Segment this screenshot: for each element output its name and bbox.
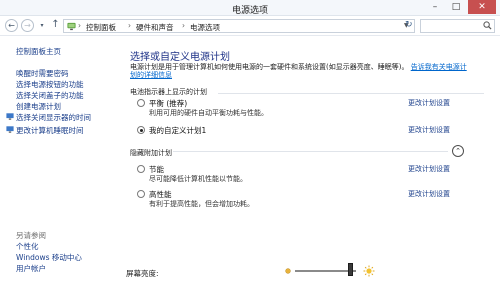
plan-balanced[interactable]: 平衡 (推荐) 利用可用的硬件自动平衡功耗与性能。 xyxy=(137,98,437,120)
change-plan-settings-link[interactable]: 更改计划设置 xyxy=(408,164,450,174)
see-also-heading: 另请参阅 xyxy=(16,231,46,240)
sidebar-home-link[interactable]: 控制面板主页 xyxy=(16,46,61,57)
sidebar-item-power-button[interactable]: 选择电源按钮的功能 xyxy=(16,79,84,90)
page-description: 电源计划是用于管理计算机如何使用电源的一套硬件和系统设置(如显示器亮度、睡眠等)… xyxy=(130,63,470,79)
plan-high-performance[interactable]: 高性能 有利于提高性能，但会增加功耗。 xyxy=(137,189,437,211)
monitor-icon xyxy=(6,126,14,133)
sidebar-item-sleep-time[interactable]: 更改计算机睡眠时间 xyxy=(16,125,84,136)
navigation-bar: ← → ▾ ↑ › 控制面板 › 硬件和声音 › 电源选项 ▼ ↻ xyxy=(0,16,500,36)
back-button[interactable]: ← xyxy=(5,19,18,32)
brightness-slider-thumb[interactable] xyxy=(348,263,353,276)
page-title: 选择或自定义电源计划 xyxy=(130,52,230,63)
plan-radio-balanced[interactable] xyxy=(137,99,145,107)
title-bar: 电源选项 – □ ✕ xyxy=(0,0,500,16)
breadcrumb-separator: › xyxy=(78,21,81,30)
window-title: 电源选项 xyxy=(231,6,268,16)
sidebar-item-require-password[interactable]: 唤醒时需要密码 xyxy=(16,68,69,79)
section-divider xyxy=(218,93,484,94)
dim-sun-icon xyxy=(285,268,291,274)
breadcrumb-control-panel[interactable]: 控制面板 xyxy=(86,22,116,33)
forward-button[interactable]: → xyxy=(21,19,34,32)
change-plan-settings-link[interactable]: 更改计划设置 xyxy=(408,189,450,199)
see-also-user-accounts[interactable]: 用户帐户 xyxy=(16,263,46,274)
change-plan-settings-link[interactable]: 更改计划设置 xyxy=(408,98,450,108)
plan-radio-custom[interactable] xyxy=(137,126,145,134)
plan-desc-power-saver: 尽可能降低计算机性能以节能。 xyxy=(149,175,247,183)
search-input[interactable] xyxy=(421,20,483,32)
sidebar-item-close-lid[interactable]: 选择关闭盖子的功能 xyxy=(16,90,84,101)
breadcrumb-power-options[interactable]: 电源选项 xyxy=(190,22,220,33)
breadcrumb-separator: › xyxy=(182,21,185,30)
hidden-plans-heading[interactable]: 隐藏附加计划 xyxy=(130,148,172,158)
sidebar-item-create-plan[interactable]: 创建电源计划 xyxy=(16,101,61,112)
battery-plans-heading: 电池指示器上显示的计划 xyxy=(130,88,207,96)
breadcrumb-hardware-sound[interactable]: 硬件和声音 xyxy=(136,22,174,33)
up-button[interactable]: ↑ xyxy=(49,19,62,32)
collapse-hidden-plans-button[interactable]: ⌃ xyxy=(452,145,464,157)
minimize-button[interactable]: – xyxy=(426,0,444,14)
change-plan-settings-link[interactable]: 更改计划设置 xyxy=(408,125,450,135)
see-also-mobility-center[interactable]: Windows 移动中心 xyxy=(16,252,82,263)
recent-locations-button[interactable]: ▾ xyxy=(38,22,46,30)
main-content: 选择或自定义电源计划 电源计划是用于管理计算机如何使用电源的一套硬件和系统设置(… xyxy=(113,37,500,288)
see-also-personalization[interactable]: 个性化 xyxy=(16,241,39,252)
bright-sun-icon xyxy=(363,265,375,277)
breadcrumb-separator: › xyxy=(128,21,131,30)
brightness-slider[interactable] xyxy=(295,270,356,272)
monitor-icon xyxy=(6,113,14,120)
plan-power-saver[interactable]: 节能 尽可能降低计算机性能以节能。 xyxy=(137,164,437,186)
description-text: 电源计划是用于管理计算机如何使用电源的一套硬件和系统设置(如显示器亮度、睡眠等)… xyxy=(130,63,409,71)
close-button[interactable]: ✕ xyxy=(468,0,496,14)
sidebar: 控制面板主页 唤醒时需要密码 选择电源按钮的功能 选择关闭盖子的功能 创建电源计… xyxy=(0,37,110,288)
search-icon[interactable] xyxy=(483,21,492,30)
control-panel-icon xyxy=(67,22,76,31)
brightness-label: 屏幕亮度: xyxy=(126,269,159,278)
sidebar-item-display-off[interactable]: 选择关闭显示器的时间 xyxy=(16,112,91,123)
plan-radio-power-saver[interactable] xyxy=(137,165,145,173)
plan-desc-high-performance: 有利于提高性能，但会增加功耗。 xyxy=(149,200,254,208)
search-box[interactable] xyxy=(420,19,495,33)
address-bar[interactable]: › 控制面板 › 硬件和声音 › 电源选项 ▼ xyxy=(63,19,415,33)
section-divider xyxy=(173,151,448,152)
plan-custom[interactable]: 我的自定义计划1 xyxy=(137,125,437,137)
refresh-icon[interactable]: ↻ xyxy=(405,20,413,30)
plan-name-custom: 我的自定义计划1 xyxy=(149,126,207,135)
plan-desc-balanced: 利用可用的硬件自动平衡功耗与性能。 xyxy=(149,109,268,117)
plan-radio-high-performance[interactable] xyxy=(137,190,145,198)
maximize-button[interactable]: □ xyxy=(447,0,465,14)
